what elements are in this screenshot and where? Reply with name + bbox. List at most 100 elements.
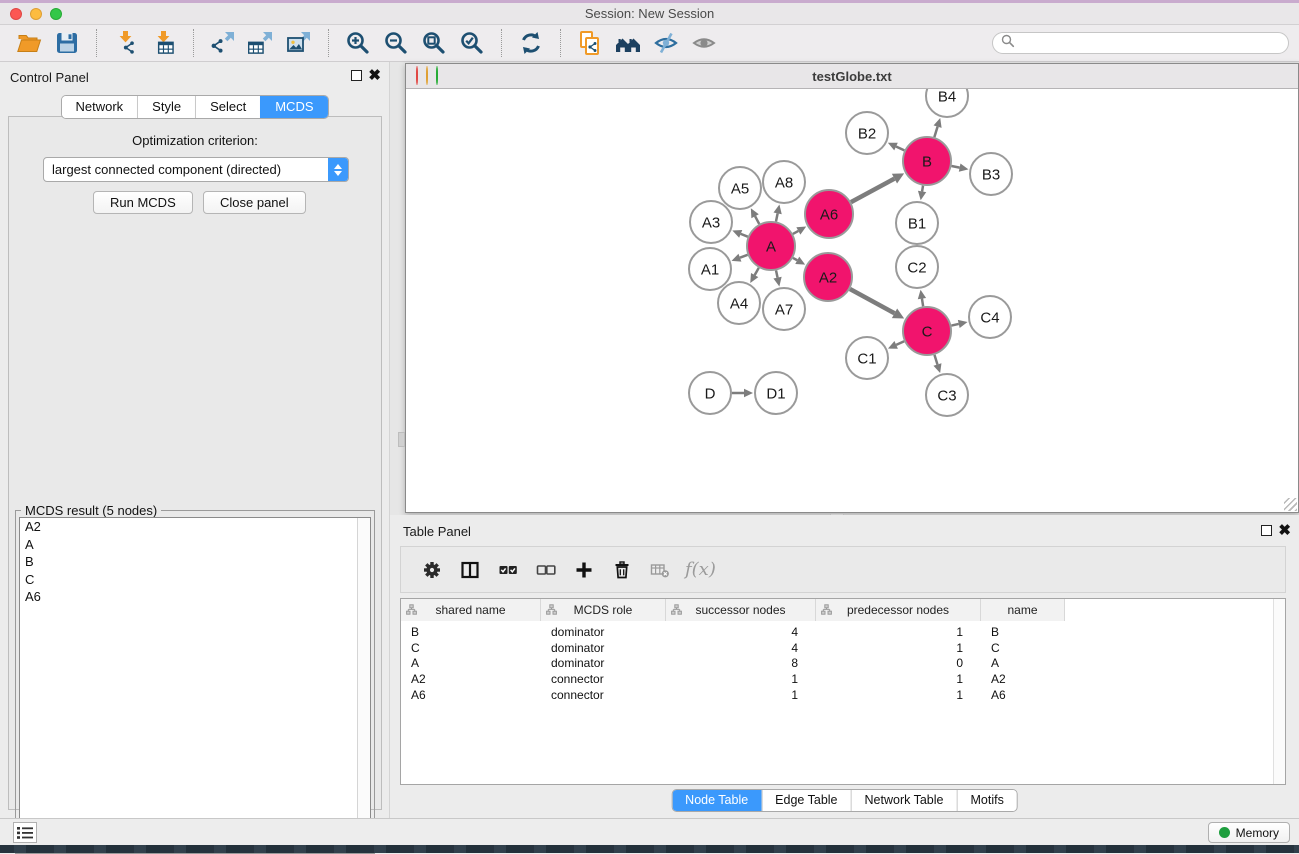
edge-A-A6[interactable] xyxy=(793,231,798,234)
close-panel-button[interactable]: Close panel xyxy=(203,191,306,214)
edge-B-B3[interactable] xyxy=(951,166,959,168)
edge-C-C3[interactable] xyxy=(934,355,937,365)
search-box[interactable] xyxy=(992,32,1289,54)
graph-node-C1[interactable]: C1 xyxy=(846,337,888,379)
graph-node-B4[interactable]: B4 xyxy=(926,89,968,117)
table-settings-icon[interactable] xyxy=(413,553,451,587)
table-scrollbar[interactable] xyxy=(1273,599,1285,784)
edge-B-B2[interactable] xyxy=(896,147,904,151)
edge-A-A3[interactable] xyxy=(741,234,748,237)
graph-node-A2[interactable]: A2 xyxy=(804,253,852,301)
column-header-name[interactable]: name xyxy=(981,599,1065,621)
mcds-result-item[interactable]: A2 xyxy=(20,518,370,536)
graph-node-C4[interactable]: C4 xyxy=(969,296,1011,338)
mcds-result-item[interactable]: B xyxy=(20,553,370,571)
column-header-predecessor-nodes[interactable]: predecessor nodes xyxy=(816,599,981,621)
tab-network[interactable]: Network xyxy=(61,96,137,118)
result-list-scrollbar[interactable] xyxy=(357,518,370,849)
search-input[interactable] xyxy=(1015,36,1280,50)
delete-table-icon[interactable] xyxy=(641,553,679,587)
apply-layout-icon[interactable] xyxy=(512,27,550,59)
graph-node-C2[interactable]: C2 xyxy=(896,246,938,288)
graph-node-A4[interactable]: A4 xyxy=(718,282,760,324)
export-image-icon[interactable] xyxy=(280,27,318,59)
import-network-icon[interactable] xyxy=(107,27,145,59)
add-column-icon[interactable] xyxy=(565,553,603,587)
mcds-result-item[interactable]: C xyxy=(20,571,370,589)
table-row[interactable]: Bdominator41B xyxy=(401,625,1065,641)
tab-edge-table[interactable]: Edge Table xyxy=(761,790,850,811)
new-network-from-selection-icon[interactable] xyxy=(571,27,609,59)
graph-node-A8[interactable]: A8 xyxy=(763,161,805,203)
hide-graphics-details-icon[interactable] xyxy=(647,27,685,59)
memory-button[interactable]: Memory xyxy=(1208,822,1290,843)
edge-A-A8[interactable] xyxy=(776,213,778,221)
column-header-successor-nodes[interactable]: successor nodes xyxy=(666,599,816,621)
import-table-icon[interactable] xyxy=(145,27,183,59)
edge-A6-B[interactable] xyxy=(851,179,894,203)
graph-node-A3[interactable]: A3 xyxy=(690,201,732,243)
zoom-in-icon[interactable] xyxy=(339,27,377,59)
close-panel-icon[interactable]: ✖ xyxy=(368,70,381,81)
graph-node-B3[interactable]: B3 xyxy=(970,153,1012,195)
graph-node-C[interactable]: C xyxy=(903,307,951,355)
table-row[interactable]: Cdominator41C xyxy=(401,641,1065,657)
mcds-result-item[interactable]: A xyxy=(20,536,370,554)
run-mcds-button[interactable]: Run MCDS xyxy=(93,191,193,214)
first-neighbors-icon[interactable] xyxy=(609,27,647,59)
tab-network-table[interactable]: Network Table xyxy=(851,790,957,811)
tab-node-table[interactable]: Node Table xyxy=(672,790,761,811)
close-table-panel-icon[interactable]: ✖ xyxy=(1278,525,1291,536)
zoom-fit-icon[interactable] xyxy=(415,27,453,59)
open-file-icon[interactable] xyxy=(10,27,48,59)
select-all-rows-icon[interactable] xyxy=(489,553,527,587)
graph-node-A7[interactable]: A7 xyxy=(763,288,805,330)
edge-A-A5[interactable] xyxy=(755,216,759,224)
tab-mcds[interactable]: MCDS xyxy=(260,96,327,118)
function-builder-icon[interactable]: f(x) xyxy=(685,559,716,580)
graph-node-D[interactable]: D xyxy=(689,372,731,414)
window-resize-grip[interactable] xyxy=(1284,498,1297,511)
mcds-result-item[interactable]: A6 xyxy=(20,588,370,606)
float-table-panel-icon[interactable] xyxy=(1261,525,1272,536)
tab-select[interactable]: Select xyxy=(195,96,260,118)
graph-node-A1[interactable]: A1 xyxy=(689,248,731,290)
edge-B-B4[interactable] xyxy=(934,127,937,138)
edge-C-C2[interactable] xyxy=(922,299,923,307)
criterion-dropdown[interactable]: largest connected component (directed) xyxy=(43,157,349,182)
table-row[interactable]: A6connector11A6 xyxy=(401,688,1065,704)
export-network-icon[interactable] xyxy=(204,27,242,59)
task-history-button[interactable] xyxy=(13,822,37,843)
network-graph-canvas[interactable]: AA1A2A3A4A5A6A7A8BB1B2B3B4CC1C2C3C4DD1 xyxy=(406,89,1298,512)
edge-A-A2[interactable] xyxy=(793,258,797,260)
network-window-titlebar[interactable]: testGlobe.txt xyxy=(406,64,1298,89)
edge-B-B1[interactable] xyxy=(922,186,923,192)
mcds-result-list[interactable]: A2ABCA6 xyxy=(19,517,371,850)
zoom-out-icon[interactable] xyxy=(377,27,415,59)
column-header-MCDS-role[interactable]: MCDS role xyxy=(541,599,666,621)
edge-A-A1[interactable] xyxy=(740,255,748,258)
float-panel-icon[interactable] xyxy=(351,70,362,81)
table-row[interactable]: Adominator80A xyxy=(401,656,1065,672)
graph-node-D1[interactable]: D1 xyxy=(755,372,797,414)
zoom-selected-icon[interactable] xyxy=(453,27,491,59)
deselect-all-rows-icon[interactable] xyxy=(527,553,565,587)
node-table[interactable]: shared nameMCDS rolesuccessor nodesprede… xyxy=(400,598,1286,785)
graph-node-B[interactable]: B xyxy=(903,137,951,185)
export-table-icon[interactable] xyxy=(242,27,280,59)
edge-A-A4[interactable] xyxy=(755,268,759,275)
split-divider-handle-vertical[interactable] xyxy=(398,432,405,447)
table-row[interactable]: A2connector11A2 xyxy=(401,672,1065,688)
save-session-icon[interactable] xyxy=(48,27,86,59)
delete-column-icon[interactable] xyxy=(603,553,641,587)
graph-node-B1[interactable]: B1 xyxy=(896,202,938,244)
graph-node-B2[interactable]: B2 xyxy=(846,112,888,154)
graph-node-A[interactable]: A xyxy=(747,222,795,270)
tab-motifs[interactable]: Motifs xyxy=(956,790,1016,811)
eye-icon[interactable] xyxy=(685,27,723,59)
column-header-shared-name[interactable]: shared name xyxy=(401,599,541,621)
edge-C-C1[interactable] xyxy=(896,341,904,345)
edge-A-A7[interactable] xyxy=(776,270,777,277)
show-columns-icon[interactable] xyxy=(451,553,489,587)
graph-node-C3[interactable]: C3 xyxy=(926,374,968,416)
